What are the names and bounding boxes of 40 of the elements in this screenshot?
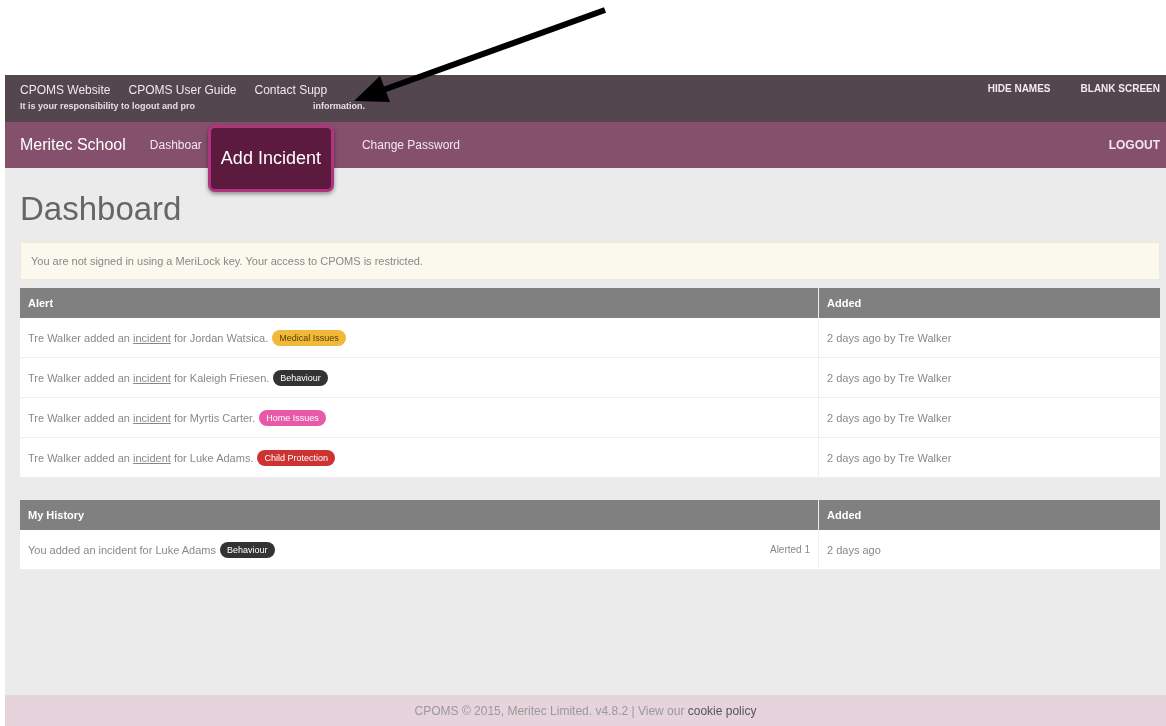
added-text: 2 days ago <box>827 543 881 556</box>
added-text: 2 days ago by Tre Walker <box>827 331 952 344</box>
category-tag: Child Protection <box>257 449 335 466</box>
incident-link[interactable]: incident <box>132 411 171 424</box>
alerted-count: Alerted 1 <box>769 544 810 555</box>
incident-link[interactable]: incident <box>132 451 171 464</box>
column-header: Alert <box>20 288 819 318</box>
incident-link[interactable]: incident <box>132 371 171 384</box>
column-header: Added <box>818 500 1160 530</box>
category-tag: Behaviour <box>273 369 328 386</box>
alert-text: Tre Walker added an incident for Kaleigh Friesen. <box>28 371 270 384</box>
nav-link[interactable]: Add Incident <box>207 124 334 192</box>
category-tag: Behaviour <box>219 541 275 558</box>
school-name[interactable]: Meritec School <box>20 136 126 154</box>
notice-text: information. <box>313 101 365 111</box>
nav-link[interactable]: Change Password <box>361 138 460 152</box>
cookie-policy-link[interactable]: cookie policy <box>687 703 757 718</box>
notice-text: It is your responsibility to logout and pro <box>20 101 195 111</box>
logout-link[interactable]: LOGOUT <box>1108 138 1160 152</box>
category-tag: Medical Issues <box>272 329 346 346</box>
category-tag: Home Issues <box>259 409 326 426</box>
top-link[interactable]: CPOMS User Guide <box>128 83 237 97</box>
column-header: Added <box>818 288 1160 318</box>
alert-text: Tre Walker added an incident for Jordan Watsica. <box>28 331 269 344</box>
footer-text: CPOMS © 2015, Meritec Limited. v4.8.2 | View our cookie policy <box>414 703 757 718</box>
added-text: 2 days ago by Tre Walker <box>827 451 952 464</box>
warning-message: You are not signed in using a MeriLock key. Your access to CPOMS is restricted. <box>20 242 1160 280</box>
top-action-link[interactable]: HIDE NAMES <box>987 83 1051 122</box>
column-header: My History <box>20 500 819 530</box>
top-link[interactable]: CPOMS Website <box>20 83 111 97</box>
added-text: 2 days ago by Tre Walker <box>827 371 952 384</box>
alert-text: Tre Walker added an incident for Myrtis Carter. <box>28 411 256 424</box>
top-action-link[interactable]: BLANK SCREEN <box>1080 83 1160 122</box>
incident-link[interactable]: incident <box>132 331 171 344</box>
top-link[interactable]: Contact Supp <box>254 83 328 97</box>
page-title: Dashboard <box>20 190 183 228</box>
added-text: 2 days ago by Tre Walker <box>827 411 952 424</box>
history-text: You added an incident for Luke Adams <box>28 543 216 556</box>
nav-link[interactable]: Dashboar <box>149 138 202 152</box>
alert-text: Tre Walker added an incident for Luke Adams. <box>28 451 254 464</box>
